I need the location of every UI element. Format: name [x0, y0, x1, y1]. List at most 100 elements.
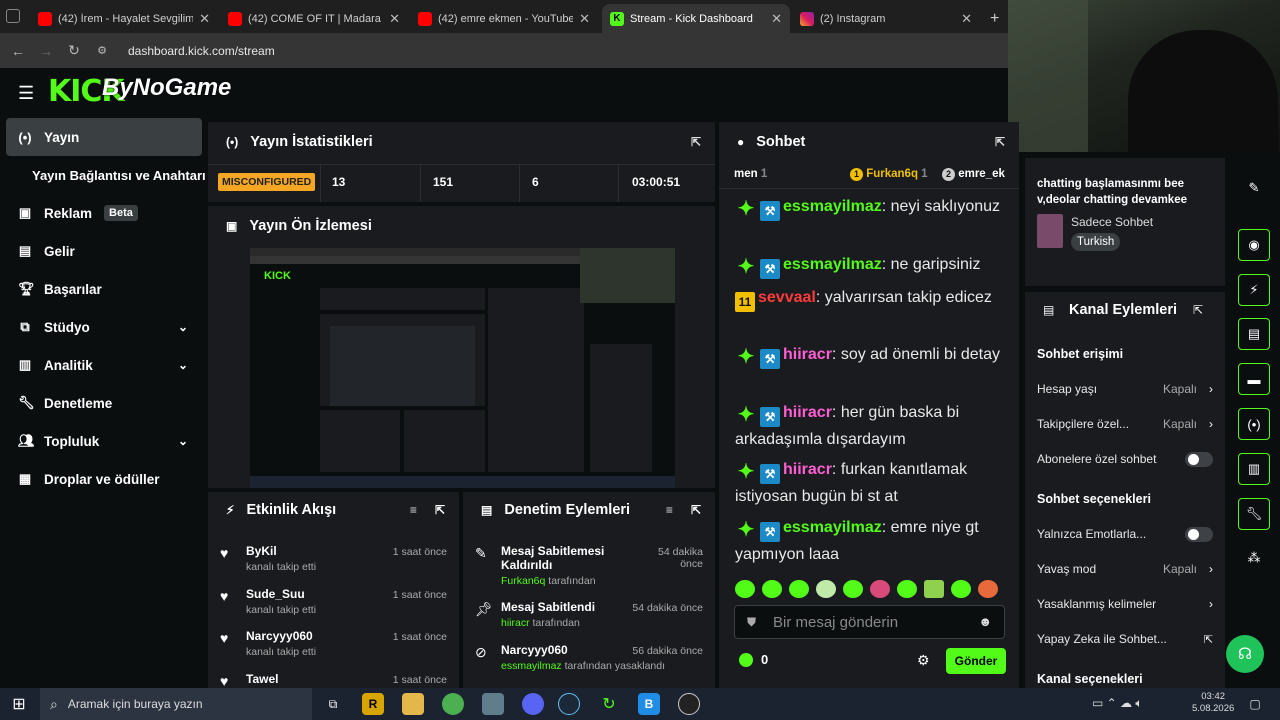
emote-icon[interactable] — [789, 580, 809, 598]
sidebar-item-reklam[interactable]: ▣ Reklam Beta — [0, 194, 208, 232]
followers-only-row[interactable]: Takipçilere özel... Kapalı › — [1037, 414, 1213, 434]
emote-only-toggle[interactable] — [1185, 526, 1213, 542]
emoji-icon[interactable]: ☻ — [978, 614, 992, 629]
new-tab-button[interactable]: + — [982, 4, 1006, 33]
chat-settings-gear-icon[interactable]: ⚙ — [917, 652, 930, 669]
tab-actions-icon[interactable] — [6, 9, 20, 23]
sidebar-item-stream-key[interactable]: Yayın Bağlantısı ve Anahtarı — [0, 156, 208, 194]
site-info-icon[interactable]: ⚙ — [88, 44, 116, 57]
close-tab-icon[interactable]: ✕ — [579, 11, 590, 27]
taskbar-clock[interactable]: 03:42 5.08.2026 — [1192, 691, 1234, 715]
filter-icon[interactable]: ≡ — [666, 503, 673, 517]
sidebar-item-analitik[interactable]: ▥ Analitik ⌄ — [0, 346, 208, 384]
emote-icon[interactable] — [735, 580, 755, 598]
sidebar-item-yayin[interactable]: (•) Yayın — [6, 118, 202, 156]
sidebar-item-gelir[interactable]: ▤ Gelir — [0, 232, 208, 270]
battlenet-icon[interactable]: B — [638, 693, 660, 715]
chat-bubble-icon[interactable]: ▬ — [1238, 363, 1270, 395]
browser-tab-3[interactable]: (42) emre ekmen - YouTube ✕ — [410, 4, 598, 33]
wrench-icon[interactable]: 🔧︎ — [1238, 498, 1270, 530]
taskbar-search[interactable]: ⌕ Aramak için buraya yazın — [40, 688, 312, 720]
close-tab-icon[interactable]: ✕ — [199, 11, 210, 27]
activity-item: ♥ Narcyyy060 kanalı takip etti 1 saat önce — [220, 629, 447, 658]
windows-start-icon[interactable]: ⊞ — [8, 693, 30, 715]
pin-icon: 📌︎ — [475, 601, 493, 617]
preview-video[interactable]: KICK — [250, 248, 675, 488]
browser-tab-5[interactable]: (2) Instagram ✕ — [792, 4, 980, 33]
wrench-icon: 🔧︎ — [18, 395, 35, 410]
edit-pencil-icon[interactable]: ✎ — [1238, 172, 1270, 204]
hamburger-icon[interactable]: ☰ — [18, 83, 34, 104]
channel-points[interactable]: 0 — [739, 652, 768, 667]
stream-title[interactable]: chatting başlamasınmı bee v,deolar chatt… — [1037, 176, 1217, 208]
category-name[interactable]: Sadece Sohbet — [1071, 215, 1153, 229]
bynogame-overlay-text: ByNoGame — [102, 74, 232, 101]
vip-badge-icon: ✦ — [737, 346, 755, 368]
filter-icon[interactable]: ≡ — [410, 503, 417, 517]
activity-item: ♥ Tawel 1 saat önce — [220, 672, 447, 688]
chrome-icon[interactable] — [442, 693, 464, 715]
reload-icon[interactable]: ↻ — [60, 42, 88, 59]
vip-badge-icon: ✦ — [737, 519, 755, 541]
url-field[interactable]: dashboard.kick.com/stream — [128, 44, 275, 58]
forward-icon[interactable]: → — [32, 43, 60, 59]
browser-tab-1[interactable]: (42) İrem - Hayalet Sevgilim (Of✕ — [30, 4, 218, 33]
emote-icon[interactable] — [978, 580, 998, 598]
camera-icon[interactable]: ◉ — [1238, 229, 1270, 261]
browser-tab-2[interactable]: (42) COME OF IT | Madara Oldu✕ — [220, 4, 408, 33]
sidebar-item-denetleme[interactable]: 🔧︎ Denetleme — [0, 384, 208, 422]
close-tab-icon[interactable]: ✕ — [961, 11, 972, 27]
ai-chat-row[interactable]: Yapay Zeka ile Sohbet... ⇱ — [1037, 629, 1213, 649]
sidebar-item-basarilar[interactable]: 🏆︎ Başarılar — [0, 270, 208, 308]
sidebar-item-droplar[interactable]: ▦ Droplar ve ödüller — [0, 460, 208, 498]
app-r-icon[interactable]: R — [362, 693, 384, 715]
sidebar-item-topluluk[interactable]: 👥︎ Topluluk ⌄ — [0, 422, 208, 460]
language-tag[interactable]: Turkish — [1071, 233, 1121, 251]
dots-icon[interactable]: ⁂ — [1238, 542, 1270, 574]
moderation-item: 📌︎ Mesaj Sabitlendi hiiracr tarafından 54 d… — [475, 600, 703, 629]
emote-icon[interactable] — [897, 580, 917, 598]
close-tab-icon[interactable]: ✕ — [771, 11, 782, 27]
emote-icon[interactable] — [924, 580, 944, 598]
app-icon[interactable]: ↻ — [598, 693, 620, 715]
chat-icon: ● — [737, 135, 745, 149]
notification-icon[interactable]: ▢ — [1244, 693, 1266, 715]
file-explorer-icon[interactable] — [402, 693, 424, 715]
popout-icon[interactable]: ⇱ — [691, 503, 701, 517]
sidebar-item-studyo[interactable]: ⧉ Stüdyo ⌄ — [0, 308, 208, 346]
lightning-icon[interactable]: ⚡︎ — [1238, 274, 1270, 306]
emote-icon[interactable] — [816, 580, 836, 598]
back-icon[interactable]: ← — [4, 43, 32, 59]
obs-icon[interactable] — [678, 693, 700, 715]
close-tab-icon[interactable]: ✕ — [389, 11, 400, 27]
activity-item: ♥ Sude_Suu kanalı takip etti 1 saat önce — [220, 587, 447, 616]
task-view-icon[interactable]: ⧉ — [322, 693, 344, 715]
emote-icon[interactable] — [843, 580, 863, 598]
browser-tab-4[interactable]: K Stream - Kick Dashboard ✕ — [602, 4, 790, 33]
popout-icon[interactable]: ⇱ — [435, 503, 445, 517]
tools-icon[interactable]: ▥ — [1238, 453, 1270, 485]
popout-icon[interactable]: ⇱ — [1193, 303, 1203, 317]
slow-mode-row[interactable]: Yavaş mod Kapalı › — [1037, 559, 1213, 579]
activity-header: ⚡︎ Etkinlik Akışı ≡ ⇱ — [226, 502, 445, 518]
moderator-badge-icon: ⚒ — [760, 259, 780, 279]
popout-icon[interactable]: ⇱ — [995, 135, 1005, 149]
discord-icon[interactable] — [522, 693, 544, 715]
document-icon[interactable]: ▤ — [1238, 318, 1270, 350]
banned-words-row[interactable]: Yasaklanmış kelimeler › — [1037, 594, 1213, 614]
category-thumbnail[interactable] — [1037, 214, 1063, 248]
external-link-icon: ⇱ — [1203, 633, 1213, 646]
emote-icon[interactable] — [762, 580, 782, 598]
send-button[interactable]: Gönder — [946, 648, 1006, 674]
steam-icon[interactable] — [558, 693, 580, 715]
account-age-row[interactable]: Hesap yaşı Kapalı › — [1037, 379, 1213, 399]
support-headset-icon[interactable]: ☊ — [1226, 635, 1264, 673]
popout-icon[interactable]: ⇱ — [691, 135, 701, 149]
broadcast-icon[interactable]: (•) — [1238, 408, 1270, 440]
subscribers-only-toggle[interactable] — [1185, 451, 1213, 467]
app-icon[interactable] — [482, 693, 504, 715]
chat-input[interactable]: ⛊ Bir mesaj gönderin ☻ — [734, 605, 1005, 639]
tray-icons[interactable]: ▭ ⌃ ☁ 🔈︎ — [1092, 696, 1143, 711]
emote-icon[interactable] — [951, 580, 971, 598]
emote-icon[interactable] — [870, 580, 890, 598]
